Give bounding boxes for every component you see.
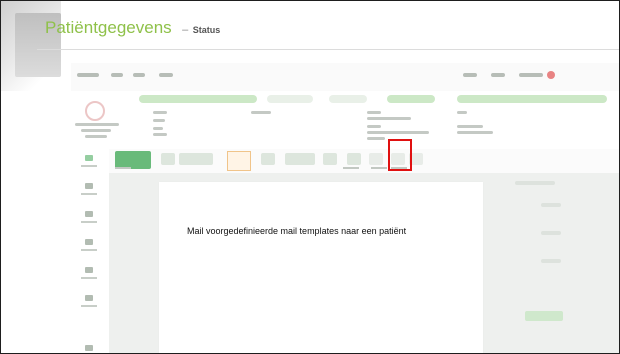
patient-info (85, 135, 107, 138)
app-patient-header (71, 91, 619, 149)
left-nav-label (81, 165, 97, 167)
toolbar-label (343, 167, 359, 169)
left-nav-label (81, 249, 97, 251)
field-value (153, 119, 165, 122)
toolbar-button (161, 153, 175, 165)
side-panel-button (525, 311, 563, 321)
mail-button-highlight[interactable] (388, 139, 412, 171)
toolbar-label (115, 167, 131, 169)
field-label (367, 111, 381, 114)
field-label (457, 111, 467, 114)
app-user-menu (519, 73, 543, 77)
toolbar-button (285, 153, 315, 165)
toolbar-button (347, 153, 361, 165)
app-status-pill (139, 95, 257, 103)
left-nav-icon (85, 211, 93, 217)
patient-info (81, 129, 111, 132)
field-label (251, 111, 271, 114)
left-nav-icon (85, 183, 93, 189)
side-panel-line (541, 259, 561, 263)
side-panel-line (541, 203, 561, 207)
field-value (457, 125, 483, 128)
left-nav-label (81, 305, 97, 307)
slide-subtitle: Status (192, 25, 221, 35)
app-status-pill (329, 95, 367, 103)
app-nav-link (133, 73, 145, 77)
patient-avatar (85, 101, 105, 121)
field-value (457, 131, 493, 134)
left-nav-label (81, 221, 97, 223)
app-nav-link (463, 73, 477, 77)
field-value (153, 127, 163, 130)
left-nav-label (81, 193, 97, 195)
left-nav-icon (85, 267, 93, 273)
slide-caption: Mail voorgedefinieerde mail templates na… (187, 226, 407, 236)
app-left-navigation (71, 149, 109, 353)
field-value (153, 133, 167, 136)
slide-title-group: Patiëntgegevens – Status (45, 18, 220, 38)
toolbar-label (371, 167, 387, 169)
app-nav-link (159, 73, 173, 77)
field-value (367, 137, 385, 140)
app-nav-link (491, 73, 505, 77)
side-panel-line (541, 231, 561, 235)
left-nav-icon (85, 295, 93, 301)
toolbar-button (179, 153, 213, 165)
app-toolbar (71, 149, 619, 173)
left-nav-label (81, 277, 97, 279)
app-status-pill (387, 95, 435, 103)
app-nav-link (111, 73, 123, 77)
app-status-pill (457, 95, 607, 103)
slide-frame: Patiëntgegevens – Status Mail voorgedefi… (0, 0, 620, 354)
field-label (367, 125, 381, 128)
left-nav-icon (85, 345, 93, 351)
side-panel-line (515, 181, 555, 185)
toolbar-button (261, 153, 275, 165)
field-label (153, 111, 167, 114)
field-value (367, 117, 411, 120)
title-separator: – (182, 24, 189, 36)
toolbar-button (323, 153, 337, 165)
title-divider (37, 49, 619, 50)
app-top-navigation (71, 63, 619, 91)
left-nav-icon (85, 155, 93, 161)
field-value (367, 131, 429, 134)
slide-title: Patiëntgegevens (45, 18, 172, 37)
app-status-pill (267, 95, 313, 103)
toolbar-warning-button (227, 151, 251, 171)
patient-name (75, 123, 119, 126)
document-panel: Mail voorgedefinieerde mail templates na… (159, 182, 483, 353)
left-nav-icon (85, 239, 93, 245)
app-logo (77, 73, 99, 77)
notification-dot (547, 71, 555, 79)
toolbar-button (369, 153, 383, 165)
